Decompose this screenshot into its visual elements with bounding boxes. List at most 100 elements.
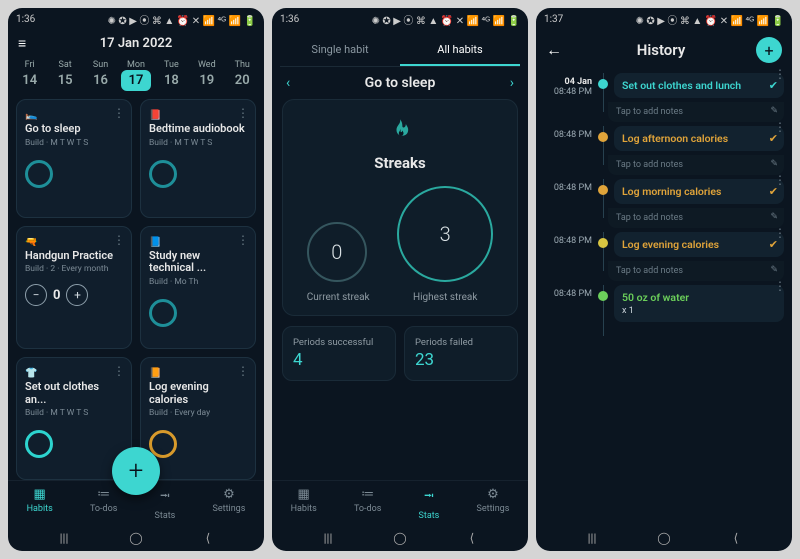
periods-successful-label: Periods successful: [293, 337, 385, 348]
add-notes-row[interactable]: Tap to add notes✎: [608, 155, 784, 175]
home-button[interactable]: ◯: [121, 531, 151, 545]
history-card[interactable]: ⋮Set out clothes and lunch✔: [614, 73, 784, 98]
habit-card[interactable]: ⋮🛌Go to sleepBuild · M T W T S: [16, 99, 132, 218]
add-habit-fab[interactable]: +: [112, 447, 160, 495]
more-icon[interactable]: ⋮: [113, 364, 125, 378]
more-icon[interactable]: ⋮: [237, 233, 249, 247]
history-title: Log evening calories: [622, 238, 760, 251]
nav-icon: ≔: [361, 487, 374, 502]
status-bar: 1:37 ✺ ✪ ▶ ⦿ ⌘ ▲ ⏰ ✕ 📶 ⁴ᴳ 📶 🔋: [536, 8, 792, 31]
back-button[interactable]: ⟨: [193, 531, 223, 545]
more-icon[interactable]: ⋮: [774, 173, 786, 187]
highest-streak-label: Highest streak: [397, 292, 493, 303]
more-icon[interactable]: ⋮: [113, 106, 125, 120]
nav-habits[interactable]: ▦Habits: [27, 487, 53, 521]
day-19[interactable]: Wed19: [192, 60, 222, 91]
tab-all-habits[interactable]: All habits: [400, 35, 520, 66]
progress-ring[interactable]: [25, 160, 53, 188]
add-notes-row[interactable]: Tap to add notes✎: [608, 102, 784, 122]
habit-title: Log evening calories: [149, 381, 247, 406]
history-card[interactable]: ⋮Log afternoon calories✔: [614, 126, 784, 151]
more-icon[interactable]: ⋮: [774, 226, 786, 240]
back-button[interactable]: ⟨: [721, 531, 751, 545]
decrement-button[interactable]: −: [25, 284, 47, 306]
history-timeline: 04 Jan08:48 PM⋮Set out clothes and lunch…: [536, 69, 792, 525]
nav-stats[interactable]: ⭲ Stats: [419, 487, 440, 521]
day-16[interactable]: Sun16: [86, 60, 116, 91]
home-button[interactable]: ◯: [649, 531, 679, 545]
add-entry-button[interactable]: +: [756, 37, 782, 63]
current-streak-label: Current streak: [307, 292, 370, 303]
day-20[interactable]: Thu20: [227, 60, 257, 91]
status-icons: ✺ ✪ ▶ ⦿ ⌘ ▲ ⏰ ✕ 📶 ⁴ᴳ 📶 🔋: [372, 12, 520, 27]
habit-card[interactable]: ⋮📘Study new technical ...Build · Mo Th: [140, 226, 256, 349]
more-icon[interactable]: ⋮: [774, 279, 786, 293]
nav-habits[interactable]: ▦Habits: [291, 487, 317, 521]
nav-label: Habits: [291, 504, 317, 514]
week-selector: Fri14Sat15Sun16Mon17Tue18Wed19Thu20: [8, 58, 264, 99]
habit-card[interactable]: ⋮🔫Handgun PracticeBuild · 2 · Every mont…: [16, 226, 132, 349]
habit-title: Bedtime audiobook: [149, 123, 247, 136]
streaks-card: Streaks 0 Current streak 3 Highest strea…: [282, 99, 518, 316]
timeline-dot: [598, 238, 608, 248]
increment-button[interactable]: +: [66, 284, 88, 306]
history-time: 08:48 PM: [540, 232, 592, 259]
habit-title: Set out clothes an...: [25, 381, 123, 406]
more-icon[interactable]: ⋮: [237, 364, 249, 378]
timeline-dot: [598, 132, 608, 142]
history-item: 04 Jan08:48 PM⋮Set out clothes and lunch…: [540, 73, 788, 100]
nav-icon: ⭲: [424, 487, 434, 509]
system-nav: ||| ◯ ⟨: [8, 525, 264, 551]
history-title: Set out clothes and lunch: [622, 79, 760, 92]
back-icon[interactable]: ←: [546, 40, 566, 60]
history-card[interactable]: ⋮Log morning calories✔: [614, 179, 784, 204]
page-title: History: [566, 41, 756, 59]
day-17[interactable]: Mon17: [121, 60, 151, 91]
habit-emoji: 📙: [149, 368, 161, 379]
nav-label: Settings: [213, 504, 246, 514]
recents-button[interactable]: |||: [313, 531, 343, 545]
menu-icon[interactable]: ≡: [18, 35, 34, 52]
progress-ring[interactable]: [149, 160, 177, 188]
day-15[interactable]: Sat15: [50, 60, 80, 91]
more-icon[interactable]: ⋮: [774, 120, 786, 134]
history-item: 08:48 PM ⋮Log evening calories✔: [540, 232, 788, 259]
add-notes-row[interactable]: Tap to add notes✎: [608, 208, 784, 228]
next-habit-icon[interactable]: ›: [510, 75, 514, 91]
nav-stats[interactable]: ⭲Stats: [155, 487, 176, 521]
habit-subtitle: Build · Every day: [149, 408, 247, 418]
recents-button[interactable]: |||: [577, 531, 607, 545]
nav-label: Stats: [419, 511, 440, 521]
habit-card[interactable]: ⋮📕Bedtime audiobookBuild · M T W T S: [140, 99, 256, 218]
progress-ring[interactable]: [149, 299, 177, 327]
history-card[interactable]: ⋮50 oz of waterx 1: [614, 285, 784, 322]
more-icon[interactable]: ⋮: [774, 69, 786, 81]
edit-icon: ✎: [770, 106, 778, 116]
recents-button[interactable]: |||: [49, 531, 79, 545]
more-icon[interactable]: ⋮: [237, 106, 249, 120]
more-icon[interactable]: ⋮: [113, 233, 125, 247]
habit-emoji: 👕: [25, 368, 37, 379]
habit-emoji: 🔫: [25, 237, 37, 248]
edit-icon: ✎: [770, 265, 778, 275]
nav-to-dos[interactable]: ≔To-dos: [354, 487, 381, 521]
habit-title: Go to sleep: [25, 123, 123, 136]
status-icons: ✺ ✪ ▶ ⦿ ⌘ ▲ ⏰ ✕ 📶 ⁴ᴳ 📶 🔋: [636, 12, 784, 27]
streaks-label: Streaks: [293, 154, 507, 172]
home-button[interactable]: ◯: [385, 531, 415, 545]
prev-habit-icon[interactable]: ‹: [286, 75, 290, 91]
nav-settings[interactable]: ⚙Settings: [213, 487, 246, 521]
progress-ring[interactable]: [25, 430, 53, 458]
nav-settings[interactable]: ⚙Settings: [477, 487, 510, 521]
add-notes-row[interactable]: Tap to add notes✎: [608, 261, 784, 281]
history-time: 08:48 PM: [540, 285, 592, 324]
history-time: 08:48 PM: [540, 126, 592, 153]
tab-single-habit[interactable]: Single habit: [280, 35, 400, 66]
day-14[interactable]: Fri14: [15, 60, 45, 91]
nav-to-dos[interactable]: ≔To-dos: [90, 487, 117, 521]
day-18[interactable]: Tue18: [156, 60, 186, 91]
back-button[interactable]: ⟨: [457, 531, 487, 545]
clock: 1:36: [16, 14, 35, 25]
habit-name: Go to sleep: [365, 75, 436, 91]
history-card[interactable]: ⋮Log evening calories✔: [614, 232, 784, 257]
